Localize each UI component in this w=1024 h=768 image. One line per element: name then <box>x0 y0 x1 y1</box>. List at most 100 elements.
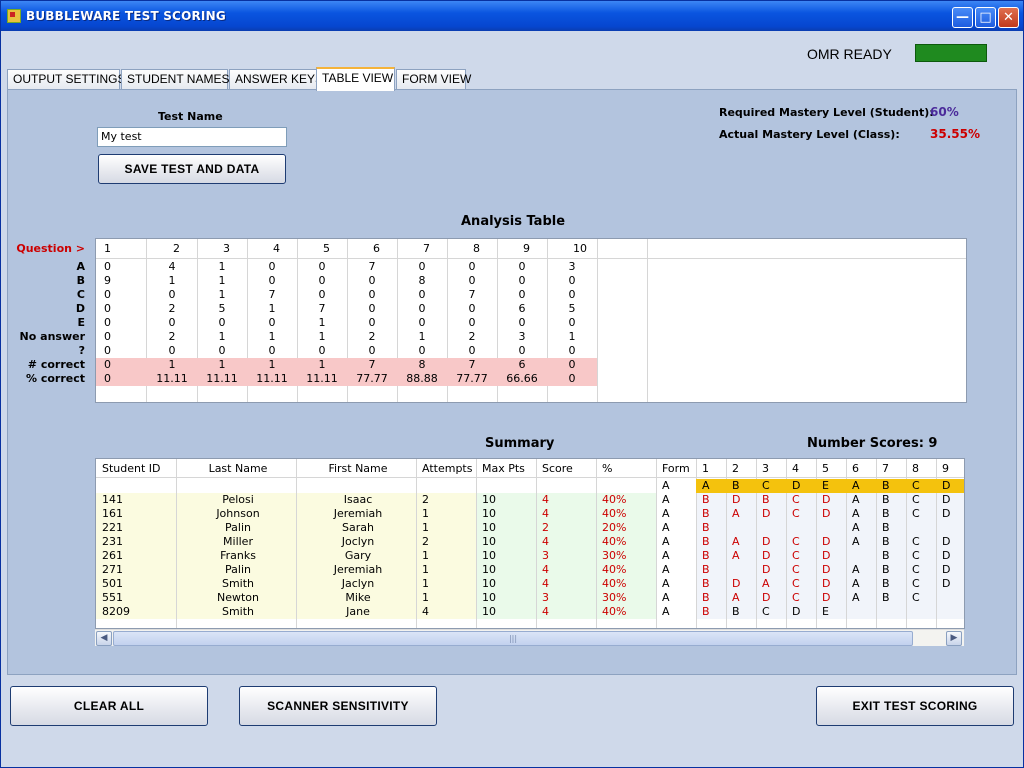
summary-cell: C <box>912 577 920 590</box>
analysis-cell: 0 <box>104 316 111 329</box>
summary-column-divider <box>656 459 657 628</box>
analysis-cell: 0 <box>104 288 111 301</box>
analysis-cell: 0 <box>468 260 476 273</box>
analysis-row-label: C <box>76 288 85 301</box>
summary-cell: 10 <box>482 605 496 618</box>
save-test-button[interactable]: SAVE TEST AND DATA <box>98 154 286 184</box>
summary-cell: A <box>762 577 770 590</box>
analysis-cell: 0 <box>318 344 326 357</box>
tab-output-settings[interactable]: OUTPUT SETTINGS <box>7 69 125 90</box>
summary-cell <box>732 521 754 535</box>
tab-student-names[interactable]: STUDENT NAMES <box>121 69 229 90</box>
analysis-question-header: 9 <box>523 242 530 255</box>
analysis-cell: 0 <box>168 288 176 301</box>
summary-cell <box>942 605 964 619</box>
summary-cell: Jaclyn <box>341 577 375 590</box>
summary-cell: A <box>852 521 860 534</box>
answer-key-cell <box>302 479 414 493</box>
analysis-cell: 1 <box>168 274 176 287</box>
summary-cell: Newton <box>216 591 259 604</box>
answer-key-cell <box>102 479 174 493</box>
exit-test-scoring-button[interactable]: EXIT TEST SCORING <box>816 686 1014 726</box>
summary-cell: 40% <box>602 535 627 548</box>
answer-key-cell <box>422 479 474 493</box>
summary-cell: D <box>732 577 741 590</box>
summary-cell: 2 <box>422 535 429 548</box>
summary-column-header: 6 <box>852 462 859 475</box>
summary-cell: 10 <box>482 535 496 548</box>
summary-cell: C <box>792 493 800 506</box>
tab-answer-keys[interactable]: ANSWER KEYS <box>229 69 323 90</box>
analysis-cell: 0 <box>518 288 526 301</box>
analysis-cell: 0 <box>468 316 476 329</box>
summary-cell: 161 <box>102 507 123 520</box>
summary-cell: D <box>762 591 771 604</box>
summary-cell: A <box>662 493 670 506</box>
summary-cell: 10 <box>482 563 496 576</box>
summary-cell: 30% <box>602 591 627 604</box>
summary-cell: Smith <box>221 577 255 590</box>
summary-column-header: Student ID <box>102 462 161 475</box>
required-mastery-label: Required Mastery Level (Student): <box>719 106 934 119</box>
summary-cell: D <box>942 549 951 562</box>
summary-cell: D <box>822 549 831 562</box>
answer-key-cell: A <box>852 479 860 492</box>
summary-cell: 221 <box>102 521 123 534</box>
analysis-cell: 0 <box>568 372 576 385</box>
summary-column-header: Score <box>542 462 573 475</box>
close-button[interactable]: ✕ <box>998 7 1019 28</box>
summary-cell: B <box>702 563 710 576</box>
clear-all-button[interactable]: CLEAR ALL <box>10 686 208 726</box>
summary-cell: E <box>822 605 829 618</box>
summary-cell: A <box>662 521 670 534</box>
scroll-thumb[interactable]: ||| <box>113 631 913 646</box>
summary-cell <box>762 521 784 535</box>
analysis-question-header: 6 <box>373 242 380 255</box>
summary-column-header: Max Pts <box>482 462 525 475</box>
summary-cell: B <box>732 605 740 618</box>
tab-form-view[interactable]: FORM VIEW <box>396 69 471 90</box>
scanner-sensitivity-button[interactable]: SCANNER SENSITIVITY <box>239 686 437 726</box>
summary-cell: D <box>822 535 831 548</box>
summary-cell: C <box>912 493 920 506</box>
summary-cell <box>852 605 874 619</box>
scroll-right-arrow-icon[interactable]: ▶ <box>946 631 962 646</box>
analysis-row-label: D <box>75 302 85 315</box>
analysis-cell: 88.88 <box>406 372 438 385</box>
analysis-cell: 1 <box>168 358 176 371</box>
summary-cell: D <box>822 507 831 520</box>
tab-table-view[interactable]: TABLE VIEW <box>316 67 395 91</box>
summary-cell: A <box>852 493 860 506</box>
analysis-cell: 0 <box>568 288 576 301</box>
test-name-input[interactable]: My test <box>97 127 287 147</box>
summary-cell: D <box>822 493 831 506</box>
analysis-cell: 6 <box>518 302 526 315</box>
summary-cell: D <box>762 563 771 576</box>
summary-title: Summary <box>485 436 555 451</box>
summary-cell: B <box>882 521 890 534</box>
analysis-cell: 0 <box>518 344 526 357</box>
analysis-cell: 0 <box>318 260 326 273</box>
answer-key-cell <box>542 479 594 493</box>
analysis-cell: 0 <box>568 344 576 357</box>
minimize-button[interactable]: — <box>952 7 973 28</box>
summary-cell: A <box>732 535 740 548</box>
answer-key-cell: B <box>882 479 890 492</box>
maximize-button[interactable]: □ <box>975 7 996 28</box>
summary-cell: 2 <box>542 521 549 534</box>
summary-cell: B <box>702 577 710 590</box>
title-bar[interactable]: BUBBLEWARE TEST SCORING — □ ✕ <box>1 1 1023 31</box>
summary-table[interactable]: Student ID Last Name First Name Attempts Max… <box>95 458 965 629</box>
analysis-row-label: B <box>76 274 85 287</box>
summary-cell: A <box>662 605 670 618</box>
analysis-cell: 0 <box>318 274 326 287</box>
summary-cell: Sarah <box>342 521 374 534</box>
analysis-cell: 1 <box>268 358 276 371</box>
analysis-cell: 6 <box>518 358 526 371</box>
analysis-cell: 0 <box>568 316 576 329</box>
scroll-left-arrow-icon[interactable]: ◀ <box>96 631 112 646</box>
summary-cell <box>852 549 874 563</box>
summary-horizontal-scrollbar[interactable]: ◀ ||| ▶ <box>95 629 964 646</box>
analysis-cell: 0 <box>218 316 226 329</box>
analysis-cell: 0 <box>104 330 111 343</box>
